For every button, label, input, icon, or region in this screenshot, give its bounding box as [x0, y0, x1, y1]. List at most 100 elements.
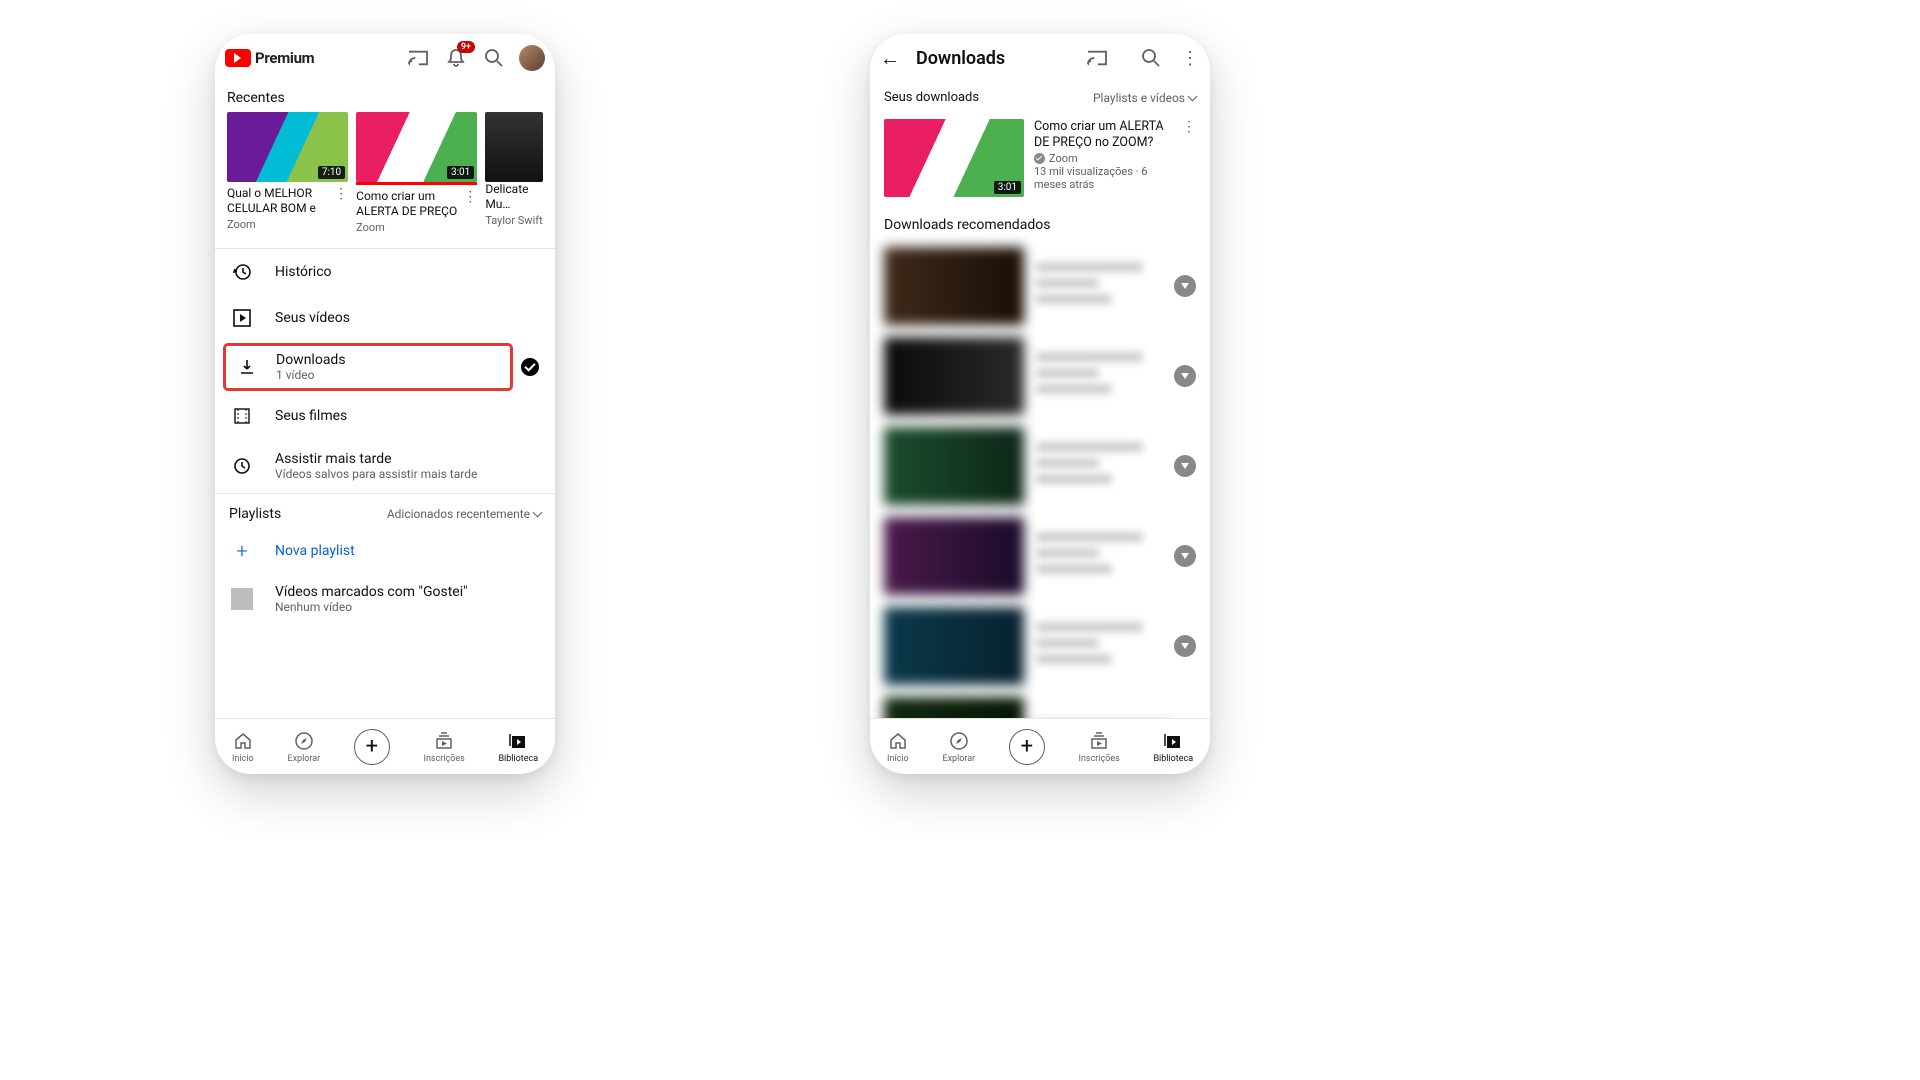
logo-text: Premium	[255, 49, 314, 67]
download-icon[interactable]	[1174, 635, 1196, 657]
new-playlist-button[interactable]: + Nova playlist	[215, 530, 555, 572]
search-icon[interactable]	[1138, 45, 1164, 71]
video-thumbnail	[884, 247, 1024, 325]
recommended-item[interactable]	[870, 241, 1210, 331]
more-icon[interactable]: ⋮	[1180, 48, 1200, 69]
playlist-liked[interactable]: Vídeos marcados com "Gostei" Nenhum víde…	[215, 572, 555, 626]
download-icon[interactable]	[1174, 545, 1196, 567]
video-menu-icon[interactable]: ⋮	[1182, 119, 1196, 197]
menu-watch-later[interactable]: Assistir mais tarde Vídeos salvos para a…	[215, 439, 555, 493]
menu-sublabel: Vídeos salvos para assistir mais tarde	[275, 467, 539, 481]
playlists-sort[interactable]: Adicionados recentemente	[387, 507, 541, 521]
nav-create[interactable]: +	[1009, 729, 1045, 765]
menu-downloads-highlighted[interactable]: Downloads 1 vídeo	[223, 343, 513, 391]
nav-explore[interactable]: Explorar	[287, 730, 320, 764]
compass-icon	[293, 730, 315, 752]
nav-library[interactable]: Biblioteca	[498, 730, 538, 764]
video-title: Qual o MELHOR CELULAR BOM e B…	[227, 186, 334, 216]
chevron-down-icon	[1189, 91, 1196, 105]
recent-video[interactable]: Delicate Mu… Dance Rehe… Taylor Swift	[485, 112, 543, 234]
nav-label: Biblioteca	[1153, 754, 1193, 764]
chevron-down-icon	[534, 507, 541, 521]
menu-history[interactable]: Histórico	[215, 249, 555, 295]
phone-downloads: ← Downloads ⋮ Seus downloads Playlists e…	[870, 34, 1210, 774]
downloads-header: ← Downloads ⋮	[870, 34, 1210, 82]
downloaded-video[interactable]: 3:01 Como criar um ALERTA DE PREÇO no ZO…	[870, 113, 1210, 207]
new-playlist-label: Nova playlist	[275, 543, 355, 559]
video-thumbnail: 7:10	[227, 112, 348, 182]
playlist-sub: Nenhum vídeo	[275, 600, 539, 614]
cast-icon[interactable]	[1084, 45, 1110, 71]
menu-sublabel: 1 vídeo	[276, 368, 500, 382]
menu-label: Downloads	[276, 352, 500, 368]
film-icon	[231, 405, 253, 427]
app-header: Premium 9+	[215, 34, 555, 82]
duration-badge: 3:01	[447, 166, 474, 179]
bottom-nav: Início Explorar + Inscrições Biblioteca	[215, 718, 555, 774]
video-title: Como criar um ALERTA DE PREÇO no ZOOM?	[1034, 119, 1172, 150]
recommended-heading: Downloads recomendados	[870, 207, 1210, 241]
search-icon[interactable]	[481, 45, 507, 71]
menu-your-videos[interactable]: Seus vídeos	[215, 295, 555, 341]
recommended-item[interactable]	[870, 511, 1210, 601]
video-title: Como criar um ALERTA DE PREÇO …	[356, 189, 463, 219]
nav-create[interactable]: +	[354, 729, 390, 765]
verified-icon	[1034, 153, 1045, 164]
download-icon[interactable]	[1174, 365, 1196, 387]
downloads-content: Seus downloads Playlists e vídeos 3:01 C…	[870, 82, 1210, 718]
recommended-item[interactable]	[870, 601, 1210, 691]
recent-video[interactable]: 7:10 Qual o MELHOR CELULAR BOM e B… ⋮ Zo…	[227, 112, 348, 234]
nav-home[interactable]: Início	[232, 730, 254, 764]
playlists-header: Playlists Adicionados recentemente	[215, 494, 555, 530]
youtube-premium-logo[interactable]: Premium	[225, 49, 314, 67]
nav-subscriptions[interactable]: Inscrições	[424, 730, 465, 764]
playlist-title: Vídeos marcados com "Gostei"	[275, 584, 539, 600]
video-thumbnail: 3:01	[356, 112, 477, 182]
cast-icon[interactable]	[405, 45, 431, 71]
youtube-icon	[225, 49, 251, 67]
notification-badge: 9+	[457, 41, 475, 53]
download-icon	[236, 356, 258, 378]
plus-icon: +	[231, 540, 253, 562]
nav-subscriptions[interactable]: Inscrições	[1079, 730, 1120, 764]
video-thumbnail	[884, 607, 1024, 685]
nav-home[interactable]: Início	[887, 730, 909, 764]
nav-label: Biblioteca	[498, 754, 538, 764]
download-icon[interactable]	[1174, 275, 1196, 297]
filter-dropdown[interactable]: Playlists e vídeos	[1093, 91, 1196, 105]
menu-movies[interactable]: Seus filmes	[215, 393, 555, 439]
duration-badge: 7:10	[318, 166, 345, 179]
plus-icon: +	[366, 734, 378, 759]
clock-icon	[231, 455, 253, 477]
nav-explore[interactable]: Explorar	[942, 730, 975, 764]
video-menu-icon[interactable]: ⋮	[334, 186, 348, 202]
video-title: Delicate Mu… Dance Rehe…	[485, 182, 543, 212]
video-menu-icon[interactable]: ⋮	[463, 189, 477, 205]
downloads-subheader: Seus downloads Playlists e vídeos	[870, 82, 1210, 113]
duration-badge: 3:01	[994, 181, 1021, 194]
nav-label: Início	[232, 754, 254, 764]
nav-label: Explorar	[942, 754, 975, 764]
recents-row: 7:10 Qual o MELHOR CELULAR BOM e B… ⋮ Zo…	[215, 112, 555, 248]
library-icon	[1162, 730, 1184, 752]
play-box-icon	[231, 307, 253, 329]
recommended-item[interactable]	[870, 691, 1210, 718]
playlists-label: Playlists	[229, 506, 281, 522]
video-stats: 13 mil visualizações · 6 meses atrás	[1034, 165, 1172, 191]
video-thumbnail: 3:01	[884, 119, 1024, 197]
menu-label: Seus filmes	[275, 408, 539, 424]
video-channel: Zoom	[356, 221, 477, 234]
recommended-item[interactable]	[870, 421, 1210, 511]
your-downloads-label: Seus downloads	[884, 90, 979, 105]
back-icon[interactable]: ←	[880, 46, 900, 71]
recommended-item[interactable]	[870, 331, 1210, 421]
recent-video[interactable]: 3:01 Como criar um ALERTA DE PREÇO … ⋮ Z…	[356, 112, 477, 234]
filter-label: Playlists e vídeos	[1093, 91, 1185, 105]
menu-downloads-row: Downloads 1 vídeo	[215, 341, 555, 393]
notifications-icon[interactable]: 9+	[443, 45, 469, 71]
nav-library[interactable]: Biblioteca	[1153, 730, 1193, 764]
home-icon	[887, 730, 909, 752]
avatar[interactable]	[519, 45, 545, 71]
video-thumbnail	[485, 112, 543, 182]
download-icon[interactable]	[1174, 455, 1196, 477]
